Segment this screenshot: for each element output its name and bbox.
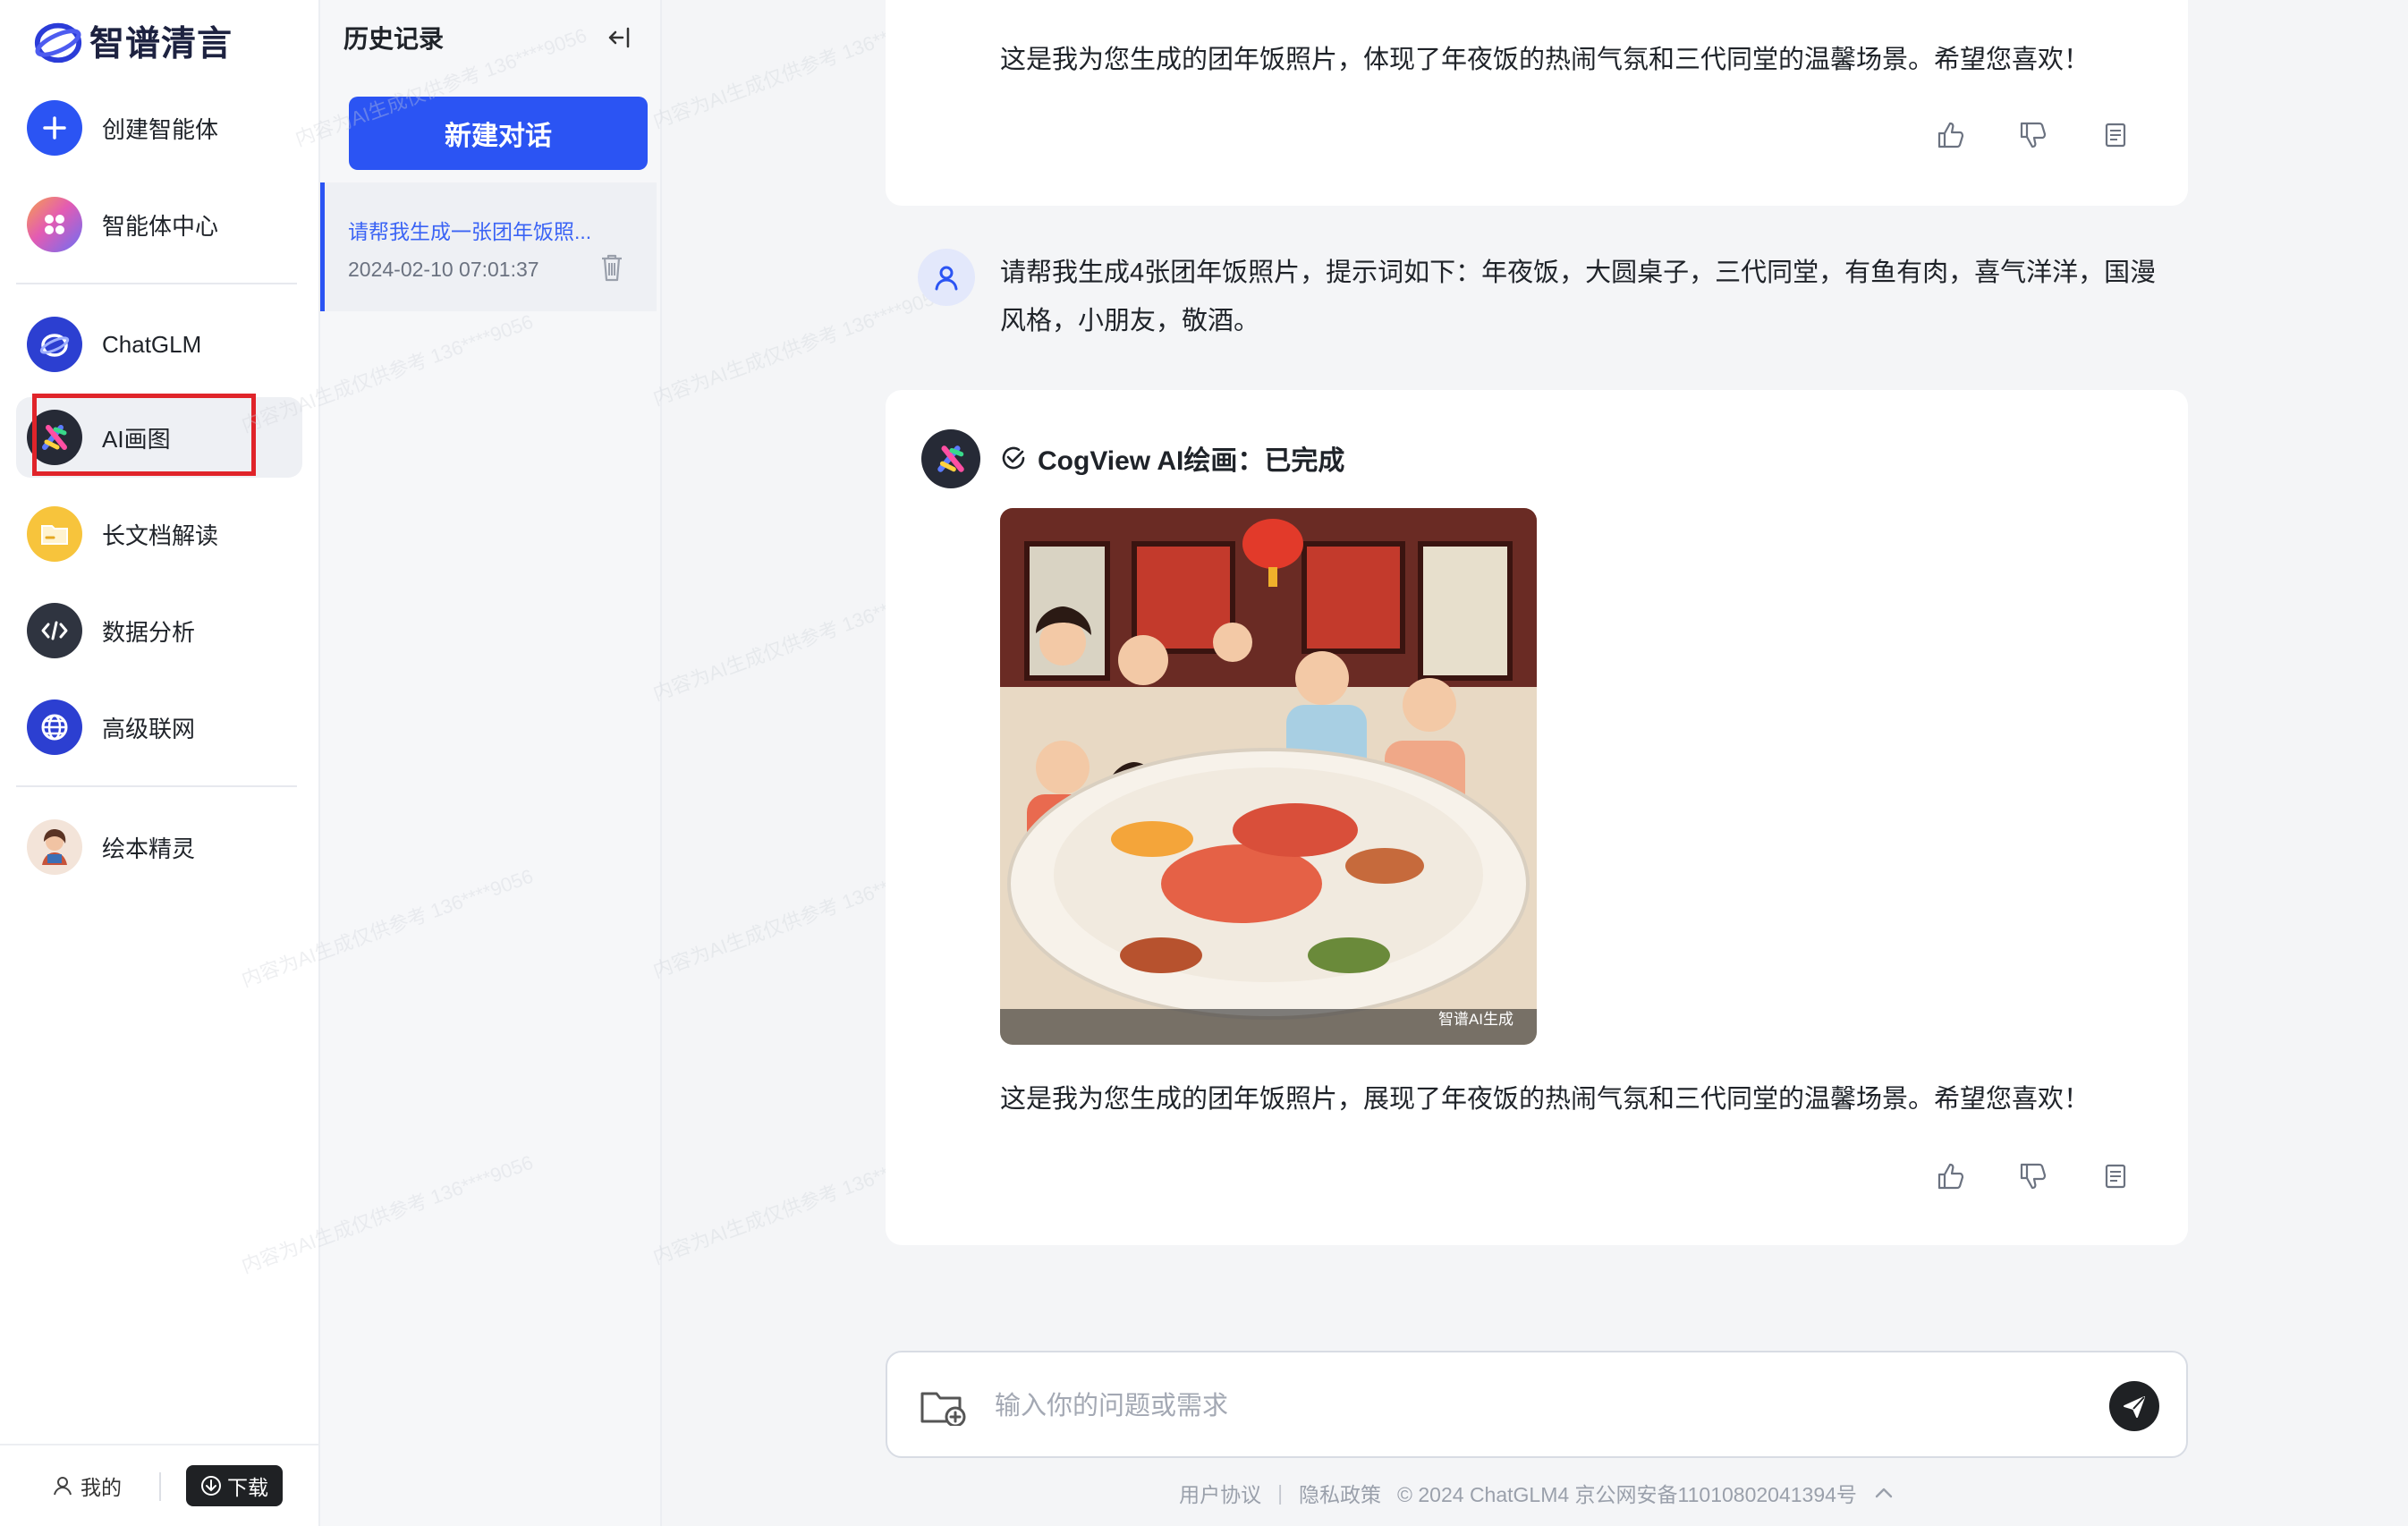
divider: [16, 785, 297, 787]
my-account-label: 我的: [81, 1476, 122, 1499]
thumbs-up-icon[interactable]: [1936, 120, 1966, 150]
user-message-text: 请帮我生成4张团年饭照片，提示词如下：年夜饭，大圆桌子，三代同堂，有鱼有肉，喜气…: [1000, 259, 2157, 335]
zhipu-logo-icon: [34, 22, 82, 64]
generation-status-text: CogView AI绘画：已完成: [1038, 446, 1345, 476]
chatglm-icon: [27, 317, 82, 372]
assistant-message-text: 这是我为您生成的团年饭照片，展现了年夜饭的热闹气氛和三代同堂的温馨场景。希望您喜…: [1000, 1085, 2090, 1114]
send-button[interactable]: [2109, 1381, 2159, 1431]
sidebar-item-chatglm[interactable]: ChatGLM: [16, 304, 302, 385]
download-icon: [201, 1476, 221, 1496]
history-title: 历史记录: [343, 25, 445, 53]
copy-icon[interactable]: [2100, 1161, 2131, 1191]
chevron-up-icon[interactable]: [1873, 1481, 1895, 1505]
picture-book-avatar: [27, 819, 82, 875]
privacy-policy-link[interactable]: 隐私政策: [1299, 1478, 1381, 1508]
history-item[interactable]: 请帮我生成一张团年饭照... 2024-02-10 07:01:37: [320, 182, 657, 311]
sidebar-item-label: 绘本精灵: [102, 835, 196, 862]
history-panel: 历史记录 新建对话 请帮我生成一张团年饭照... 2024-02-10 07:0…: [320, 0, 662, 1526]
thumbs-up-icon[interactable]: [1936, 1161, 1966, 1191]
sidebar-item-picture-book[interactable]: 绘本精灵: [16, 807, 302, 887]
history-item-date: 2024-02-10 07:01:37: [348, 258, 539, 281]
assistant-message-card: CogView AI绘画：已完成 智谱AI生成 这是我为您生成的团年饭照片，展现…: [886, 390, 2188, 1245]
chat-area: 内容为AI生成仅供参考 136****9056 内容为AI生成仅供参考 136*…: [239, 0, 2408, 1526]
sidebar-item-label: ChatGLM: [102, 330, 202, 358]
check-circle-icon: [1002, 446, 1025, 470]
generation-status: CogView AI绘画：已完成: [1000, 438, 1344, 478]
generated-image[interactable]: 智谱AI生成: [1000, 508, 1537, 1045]
assistant-message-text: 这是我为您生成的团年饭照片，体现了年夜饭的热闹气氛和三代同堂的温馨场景。希望您喜…: [1000, 46, 2090, 74]
chat-input-box: [886, 1351, 2188, 1458]
user-agreement-link[interactable]: 用户协议: [1179, 1478, 1261, 1508]
collapse-left-icon: [608, 27, 630, 48]
user-icon: [935, 266, 958, 291]
download-label: 下载: [227, 1476, 268, 1499]
plus-icon: [27, 100, 82, 156]
sidebar-item-long-doc[interactable]: 长文档解读: [16, 494, 302, 574]
globe-icon: [27, 699, 82, 755]
copyright-text: © 2024 ChatGLM4 京公网安备11010802041394号: [1397, 1483, 1857, 1506]
ai-drawing-icon: [937, 445, 964, 472]
copy-icon[interactable]: [2100, 120, 2131, 150]
sidebar-item-agent-center[interactable]: 智能体中心: [16, 184, 302, 265]
sidebar-item-label: 数据分析: [102, 618, 196, 646]
download-button[interactable]: 下载: [186, 1465, 283, 1506]
delete-icon[interactable]: [598, 252, 625, 287]
apps-icon: [27, 197, 82, 252]
code-icon: [27, 603, 82, 658]
page-footer: 用户协议 | 隐私政策 © 2024 ChatGLM4 京公网安备1101080…: [886, 1478, 2188, 1508]
my-account-button[interactable]: 我的: [52, 1471, 122, 1501]
reunion-dinner-illustration: [1000, 508, 1537, 1045]
divider: |: [1277, 1480, 1284, 1505]
thumbs-down-icon[interactable]: [2018, 1161, 2048, 1191]
assistant-message-card: 这是我为您生成的团年饭照片，体现了年夜饭的热闹气氛和三代同堂的温馨场景。希望您喜…: [886, 0, 2188, 206]
user-icon: [54, 1477, 72, 1496]
feedback-actions: [1936, 120, 2131, 150]
thumbs-down-icon[interactable]: [2018, 120, 2048, 150]
upload-folder-icon[interactable]: [920, 1388, 968, 1430]
sidebar: 智谱清言 创建智能体 智能体中心 ChatGLM AI画图 长文档解读 数据分析…: [0, 0, 320, 1526]
sidebar-item-data-analysis[interactable]: 数据分析: [16, 590, 302, 671]
sidebar-item-label: 高级联网: [102, 715, 196, 742]
sidebar-item-label: AI画图: [102, 425, 171, 453]
ai-drawing-icon: [27, 410, 82, 465]
brand-name: 智谱清言: [89, 25, 233, 64]
sidebar-item-advanced-search[interactable]: 高级联网: [16, 687, 302, 767]
sidebar-item-ai-drawing[interactable]: AI画图: [16, 397, 302, 478]
chat-input[interactable]: [995, 1379, 2023, 1433]
user-avatar: [918, 249, 975, 306]
history-item-title: 请帮我生成一张团年饭照...: [348, 220, 592, 243]
sidebar-item-label: 长文档解读: [102, 521, 219, 549]
divider: [159, 1472, 161, 1501]
sidebar-footer: 我的 下载: [0, 1444, 320, 1526]
new-chat-button[interactable]: 新建对话: [349, 97, 648, 170]
sidebar-item-label: 智能体中心: [102, 212, 219, 240]
divider: [16, 283, 297, 284]
folder-icon: [27, 506, 82, 562]
collapse-panel-button[interactable]: [599, 18, 639, 57]
send-icon: [2124, 1396, 2145, 1418]
sidebar-item-create-agent[interactable]: 创建智能体: [16, 88, 302, 168]
feedback-actions: [1936, 1161, 2131, 1191]
sidebar-item-label: 创建智能体: [102, 115, 219, 143]
brand[interactable]: 智谱清言: [32, 16, 233, 66]
ai-drawing-avatar: [921, 429, 980, 488]
image-watermark: 智谱AI生成: [1437, 1011, 1513, 1028]
